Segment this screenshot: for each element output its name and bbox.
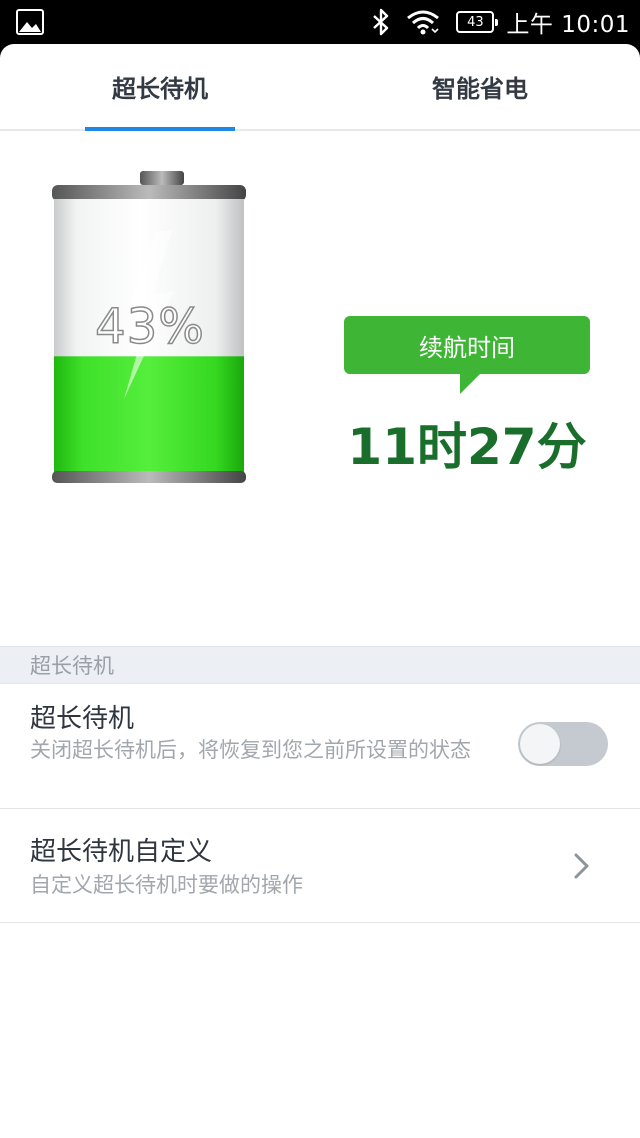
setting-description: 自定义超长待机时要做的操作: [30, 873, 303, 897]
tab-long-standby[interactable]: 超长待机: [0, 44, 320, 129]
bluetooth-icon: [373, 8, 389, 36]
clock: 上午 10:01: [506, 12, 630, 38]
tab-bar: 超长待机 智能省电: [0, 44, 640, 131]
battery-saver-screen: 超长待机 智能省电 43% 续航时间 11时27分 超长待机 超长待机 关闭超长…: [0, 44, 640, 1138]
wifi-icon: [407, 10, 440, 35]
section-header-label: 超长待机: [30, 654, 114, 678]
section-header: 超长待机: [0, 646, 640, 684]
setting-title: 超长待机: [30, 704, 135, 734]
long-standby-toggle[interactable]: [518, 722, 608, 766]
setting-description: 关闭超长待机后，将恢复到您之前所设置的状态: [30, 738, 471, 762]
battery-level-text: 43: [467, 14, 484, 30]
toggle-knob: [520, 724, 560, 764]
battery-percentage: 43%: [94, 298, 205, 356]
chevron-right-icon: [574, 853, 589, 879]
remaining-time: 11时27分: [347, 418, 587, 476]
tab-label: 超长待机: [112, 75, 208, 103]
status-bar: 43 上午 10:01: [0, 0, 640, 44]
endurance-label: 续航时间: [419, 333, 515, 362]
endurance-label-bubble: 续航时间: [344, 316, 590, 394]
tab-smart-power-saving[interactable]: 智能省电: [320, 44, 640, 129]
custom-long-standby-row[interactable]: 超长待机自定义 自定义超长待机时要做的操作: [0, 809, 640, 923]
gallery-icon: [16, 9, 44, 35]
battery-status-panel: 43% 续航时间 11时27分: [0, 131, 640, 646]
battery-icon: 43: [456, 11, 499, 33]
long-standby-setting-row[interactable]: 超长待机 关闭超长待机后，将恢复到您之前所设置的状态: [0, 684, 640, 809]
setting-title: 超长待机自定义: [30, 837, 213, 867]
tab-label: 智能省电: [432, 75, 528, 103]
